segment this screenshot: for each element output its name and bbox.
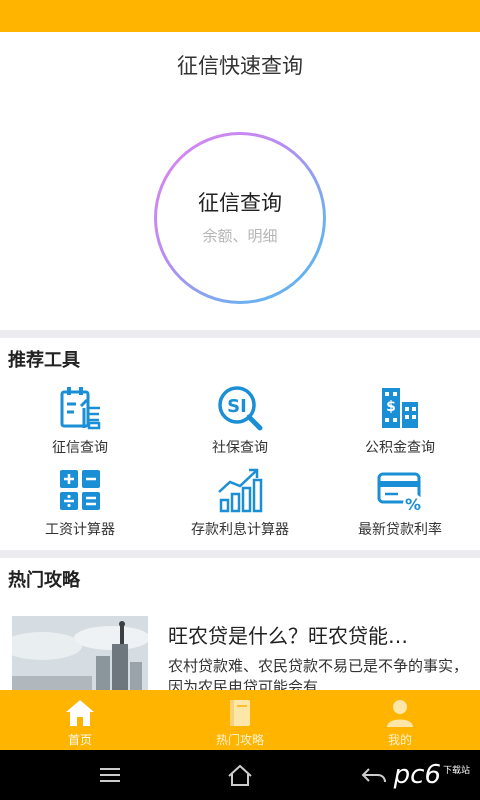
tools-grid: 征信查询 SI 社保查询 $ 公积金查询 工资计算器 存款利息计算器 % 最新贷… xyxy=(0,378,480,548)
user-icon xyxy=(387,700,413,727)
article-thumbnail-image xyxy=(12,616,148,690)
section-divider xyxy=(0,330,480,338)
tool-salary-calculator[interactable]: 工资计算器 xyxy=(0,466,160,546)
book-icon xyxy=(230,700,250,726)
watermark-logo: pc6 下载站 xyxy=(394,760,470,790)
tool-latest-loan-rate[interactable]: % 最新贷款利率 xyxy=(320,466,480,546)
tool-label: 工资计算器 xyxy=(45,522,115,538)
tab-label: 我的 xyxy=(387,733,412,747)
page-title: 征信快速查询 xyxy=(177,54,303,78)
tab-mine[interactable]: 我的 xyxy=(320,690,480,750)
tab-label: 热门攻略 xyxy=(215,733,264,747)
tool-label: 公积金查询 xyxy=(365,440,435,456)
building-fund-icon: $ xyxy=(382,388,418,428)
article-item[interactable]: 旺农贷是什么？旺农贷能… 农村贷款难、农民贷款不易已是不争的事实，因为农民电贷可… xyxy=(0,600,480,690)
tab-label: 首页 xyxy=(67,733,92,747)
article-thumbnail xyxy=(12,616,148,690)
tab-home[interactable]: 首页 xyxy=(0,690,160,750)
circle-inner: 征信查询 余额、明细 xyxy=(157,135,323,301)
tool-credit-query[interactable]: 征信查询 xyxy=(0,384,160,464)
svg-text:%: % xyxy=(405,495,421,514)
tool-social-security-query[interactable]: SI 社保查询 xyxy=(160,384,320,464)
credit-report-icon xyxy=(60,387,101,430)
tool-housing-fund-query[interactable]: $ 公积金查询 xyxy=(320,384,480,464)
tool-label: 社保查询 xyxy=(212,440,268,456)
hot-section-title: 热门攻略 xyxy=(8,570,80,591)
section-divider xyxy=(0,550,480,558)
home-nav-icon[interactable] xyxy=(226,763,254,787)
tab-hot-guides[interactable]: 热门攻略 xyxy=(160,690,320,750)
article-summary: 农村贷款难、农民贷款不易已是不争的事实，因为农民电贷可能会有 xyxy=(168,657,469,690)
tool-label: 最新贷款利率 xyxy=(358,522,442,538)
svg-text:$: $ xyxy=(386,399,396,415)
bottom-tab-bar: 首页 热门攻略 我的 xyxy=(0,690,480,750)
watermark-text: pc6 xyxy=(393,760,441,790)
circle-title: 征信查询 xyxy=(198,190,282,215)
tools-section-title: 推荐工具 xyxy=(8,350,80,371)
tool-deposit-interest-calculator[interactable]: 存款利息计算器 xyxy=(160,466,320,546)
back-icon[interactable] xyxy=(360,763,388,787)
system-nav-bar: pc6 下载站 xyxy=(0,750,480,800)
social-security-search-icon: SI xyxy=(218,386,263,431)
home-icon xyxy=(66,700,94,726)
circle-subtitle: 余额、明细 xyxy=(202,226,278,245)
growth-chart-icon xyxy=(218,468,263,513)
tool-label: 存款利息计算器 xyxy=(191,522,289,538)
tool-label: 征信查询 xyxy=(52,440,108,456)
calculator-icon xyxy=(60,470,100,510)
watermark-small-text: 下载站 xyxy=(442,765,470,776)
credit-query-circle-button[interactable]: 征信查询 余额、明细 xyxy=(154,132,326,304)
article-title: 旺农贷是什么？旺农贷能… xyxy=(168,624,408,648)
hero-section: 征信快速查询 征信查询 余额、明细 xyxy=(0,32,480,330)
svg-text:SI: SI xyxy=(227,396,247,417)
card-percent-icon: % xyxy=(377,472,423,514)
status-bar xyxy=(0,0,480,32)
menu-icon[interactable] xyxy=(96,763,124,787)
